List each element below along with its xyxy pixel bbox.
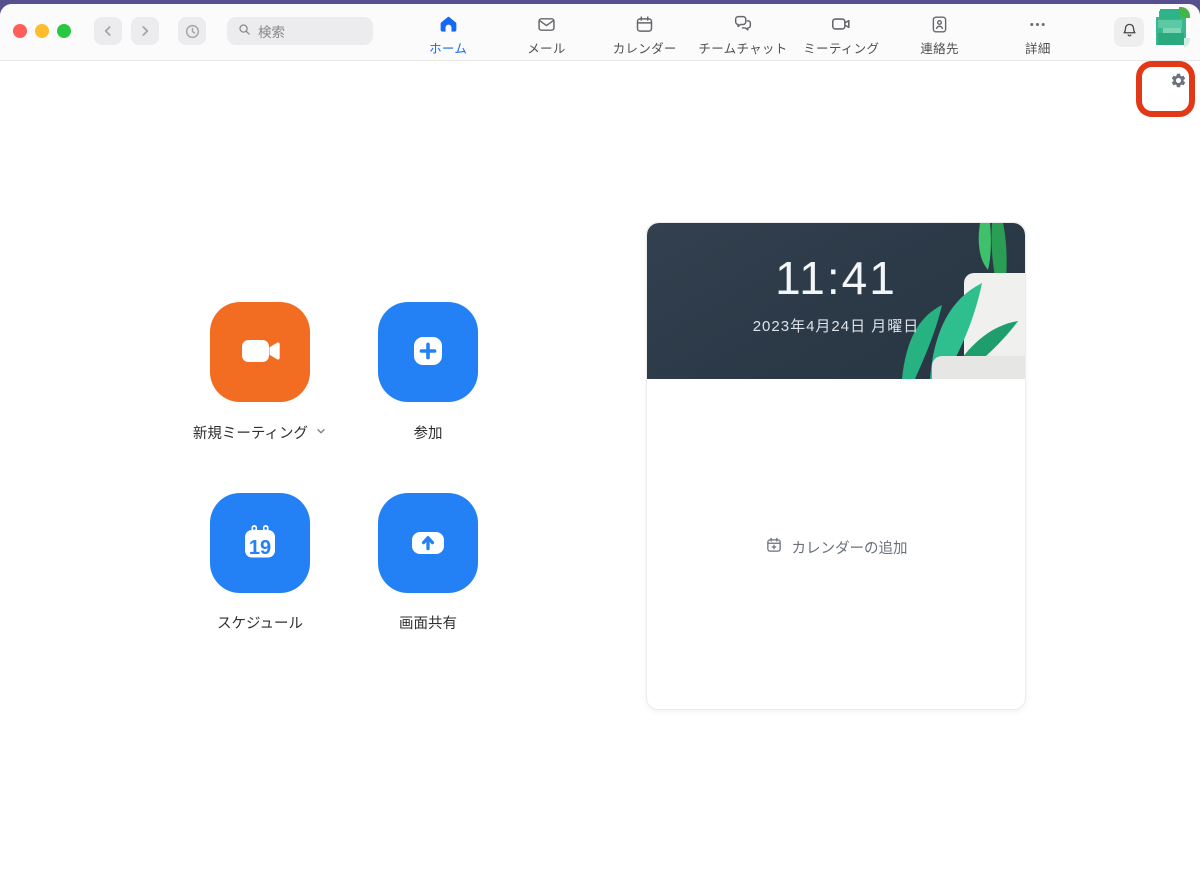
arrow-up-icon — [400, 514, 456, 573]
tab-more[interactable]: 詳細 — [989, 4, 1087, 61]
schedule-button[interactable]: 19 — [210, 493, 310, 593]
join-label-row: 参加 — [318, 422, 538, 443]
tab-mail-label: メール — [527, 42, 566, 56]
home-icon — [438, 13, 459, 35]
clock-calendar-card: 11:41 2023年4月24日 月曜日 カレンダーの追加 — [646, 222, 1026, 710]
search-icon — [237, 22, 252, 40]
plus-icon — [400, 323, 456, 382]
chevron-left-icon — [100, 23, 116, 39]
back-button[interactable] — [94, 17, 122, 45]
clock-card-header: 11:41 2023年4月24日 月曜日 — [647, 223, 1025, 379]
tab-mail[interactable]: メール — [497, 4, 595, 61]
bell-icon — [1120, 21, 1139, 43]
join-meeting-button[interactable] — [378, 302, 478, 402]
tab-calendar[interactable]: カレンダー — [596, 4, 694, 61]
clock-date: 2023年4月24日 月曜日 — [752, 318, 920, 335]
tab-home[interactable]: ホーム — [399, 4, 497, 61]
share-screen-label-row: 画面共有 — [318, 612, 538, 633]
clock-time: 11:41 — [775, 252, 897, 304]
main-tabs: ホーム メール カレンダー チームチャット ミーティング 連絡先 詳細 — [399, 4, 1087, 61]
minimize-window-button[interactable] — [35, 24, 49, 38]
video-camera-icon — [232, 323, 288, 382]
avatar-mosaic — [1152, 7, 1190, 48]
titlebar: 検索 ホーム メール カレンダー チームチャット ミーティング 連絡先 詳細 — [0, 4, 1200, 61]
schedule-label: スケジュール — [217, 616, 303, 632]
mail-icon — [536, 13, 557, 35]
history-clock-icon — [184, 23, 201, 40]
search-input[interactable]: 検索 — [227, 17, 373, 45]
new-meeting-label: 新規ミーティング — [192, 426, 309, 442]
tab-team-chat[interactable]: チームチャット — [694, 4, 792, 61]
add-calendar-label: カレンダーの追加 — [791, 540, 908, 557]
history-button[interactable] — [178, 17, 206, 45]
maximize-window-button[interactable] — [57, 24, 71, 38]
tab-meetings[interactable]: ミーティング — [792, 4, 890, 61]
calendar-19-icon — [232, 514, 288, 573]
gear-icon — [1170, 72, 1187, 92]
chevron-right-icon — [137, 23, 153, 39]
share-screen-label: 画面共有 — [399, 616, 457, 632]
tab-calendar-label: カレンダー — [612, 42, 677, 56]
presence-status-square — [1179, 7, 1190, 18]
share-screen-button[interactable] — [378, 493, 478, 593]
video-camera-icon — [830, 13, 852, 35]
calendar-plus-icon — [765, 536, 783, 558]
search-placeholder: 検索 — [258, 25, 285, 40]
zoom-app-window: 検索 ホーム メール カレンダー チームチャット ミーティング 連絡先 詳細 1… — [0, 4, 1200, 870]
ellipsis-icon — [1027, 13, 1048, 35]
forward-button[interactable] — [131, 17, 159, 45]
tab-more-label: 詳細 — [1025, 42, 1051, 56]
chat-bubbles-icon — [732, 13, 754, 35]
new-meeting-button[interactable] — [210, 302, 310, 402]
join-label: 参加 — [413, 426, 443, 442]
contact-card-icon — [929, 13, 950, 35]
add-calendar-button[interactable]: カレンダーの追加 — [647, 533, 1025, 561]
tab-contacts[interactable]: 連絡先 — [890, 4, 988, 61]
calendar-icon — [634, 13, 655, 35]
tab-team-chat-label: チームチャット — [698, 42, 788, 56]
avatar[interactable] — [1152, 7, 1190, 48]
tab-home-label: ホーム — [429, 42, 468, 56]
notifications-button[interactable] — [1114, 17, 1144, 47]
home-content: 19 新規ミーティング 参加 スケジュール 画面共有 11:41 2023年4月… — [0, 61, 1200, 870]
close-window-button[interactable] — [13, 24, 27, 38]
tab-contacts-label: 連絡先 — [920, 42, 959, 56]
settings-button[interactable] — [1164, 68, 1192, 96]
tab-meetings-label: ミーティング — [803, 42, 880, 56]
